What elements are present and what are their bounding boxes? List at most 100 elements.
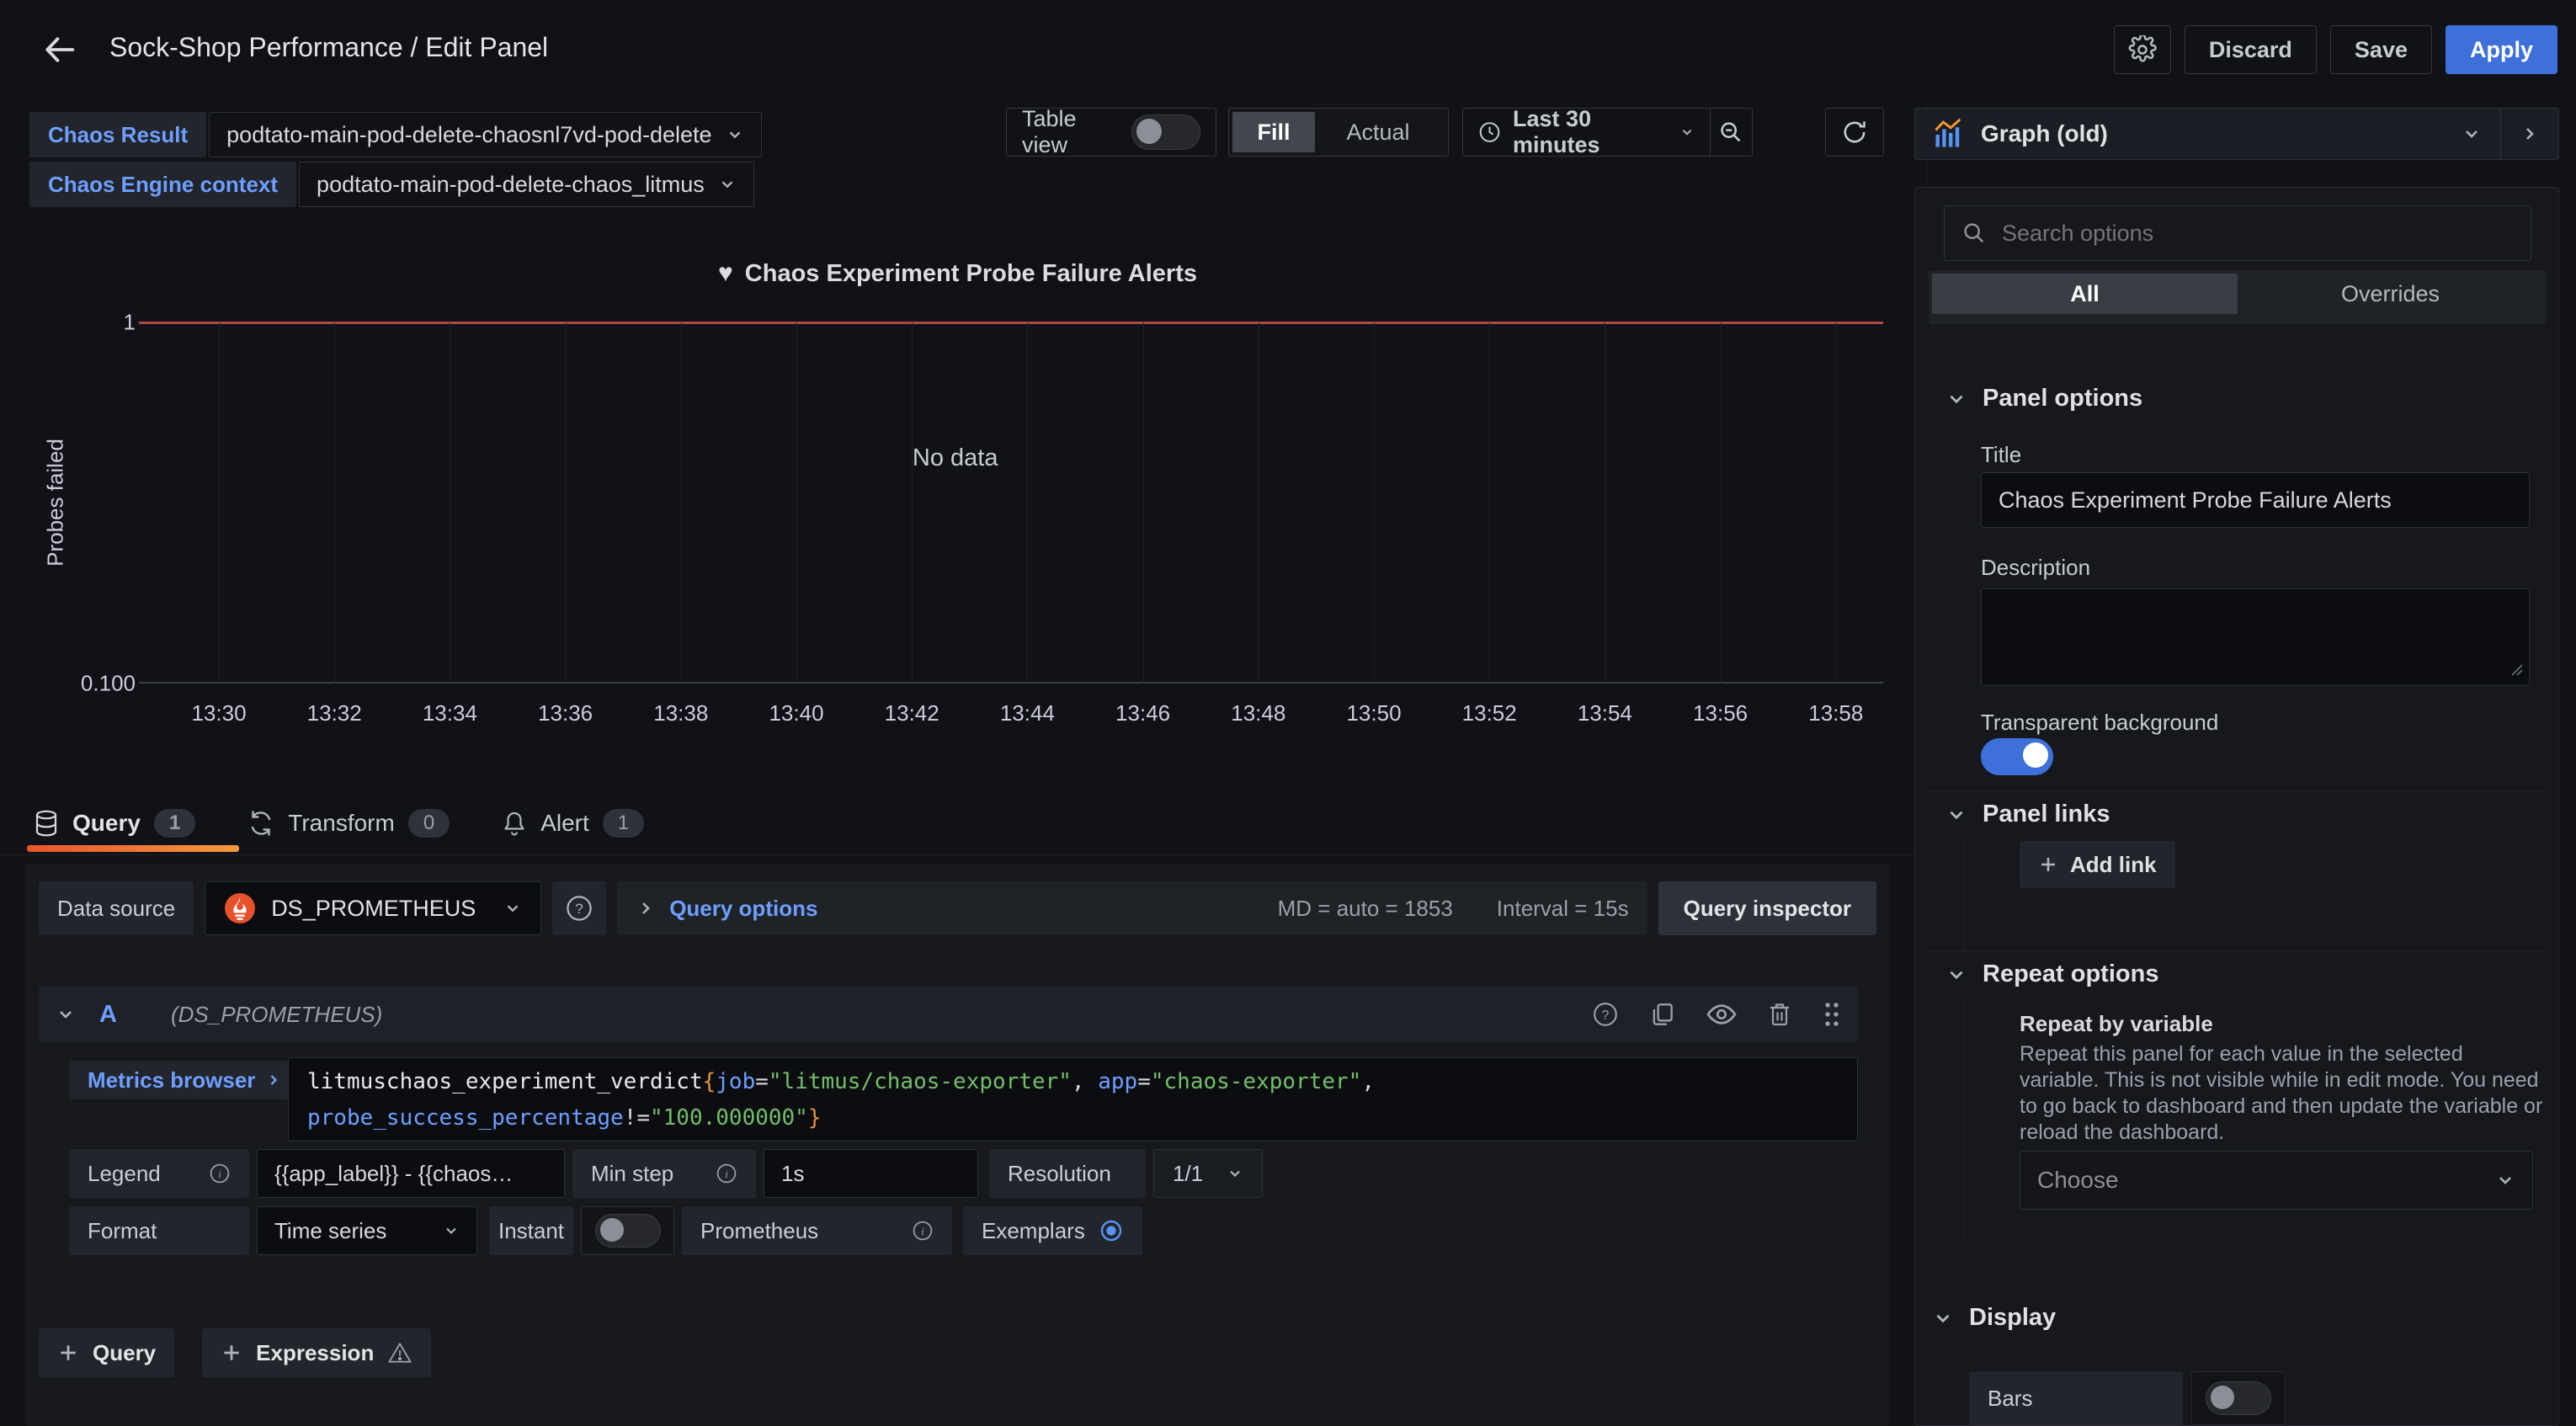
variable-dropdown-chaos-result[interactable]: podtato-main-pod-delete-chaosnl7vd-pod-d… (209, 112, 761, 157)
interval-info: Interval = 15s (1497, 896, 1629, 922)
question-circle-icon: ? (565, 894, 593, 923)
x-tick-label: 13:50 (1346, 700, 1401, 726)
repeat-variable-select[interactable]: Choose (2020, 1151, 2533, 1210)
chevron-down-icon (1945, 964, 1967, 986)
chevron-down-icon (2462, 124, 2482, 144)
tab-all[interactable]: All (1932, 274, 2238, 314)
duplicate-query-icon[interactable] (1649, 1001, 1676, 1028)
datasource-help-button[interactable]: ? (552, 881, 606, 935)
panel-description-textarea[interactable] (1981, 588, 2530, 686)
zoom-out-button[interactable] (1711, 120, 1752, 145)
tab-transform[interactable]: Transform 0 (247, 809, 450, 838)
query-expression[interactable]: litmuschaos_experiment_verdict{job="litm… (288, 1057, 1858, 1141)
expr-token: = (1137, 1069, 1151, 1094)
apply-button[interactable]: Apply (2446, 25, 2557, 74)
visualization-picker[interactable]: Graph (old) (1914, 108, 2559, 160)
toggle-visibility-icon[interactable] (1706, 1001, 1737, 1028)
x-tick-label: 13:54 (1578, 700, 1632, 726)
panel-options-header[interactable]: Panel options (1945, 385, 2142, 412)
datasource-picker[interactable]: DS_PROMETHEUS (205, 881, 541, 935)
x-tick-label: 13:58 (1808, 700, 1863, 726)
clock-icon (1478, 120, 1501, 145)
search-icon (1961, 221, 1987, 246)
y-tick-top: 1 (124, 310, 136, 336)
description-field-label: Description (1981, 555, 2090, 581)
add-link-button[interactable]: Add link (2020, 841, 2175, 888)
transparent-bg-label: Transparent background (1981, 710, 2218, 736)
resolution-select[interactable]: 1/1 (1153, 1149, 1263, 1198)
chevron-down-icon (1679, 124, 1695, 141)
gridline (1027, 322, 1028, 684)
display-header[interactable]: Display (1932, 1304, 2056, 1332)
drag-handle-icon[interactable] (1823, 1001, 1841, 1028)
save-button[interactable]: Save (2330, 25, 2432, 74)
tab-alert[interactable]: Alert 1 (502, 809, 644, 838)
collapse-chevron-icon[interactable] (56, 1004, 76, 1024)
panel-links-header[interactable]: Panel links (1945, 801, 2110, 828)
query-inspector-button[interactable]: Query inspector (1658, 881, 1876, 935)
time-range-picker[interactable]: Last 30 minutes (1462, 108, 1753, 157)
gridline (566, 322, 567, 684)
metrics-browser-button[interactable]: Metrics browser (69, 1061, 301, 1099)
add-query-button[interactable]: Query (39, 1328, 174, 1377)
actual-segment[interactable]: Actual (1315, 112, 1441, 152)
discard-button[interactable]: Discard (2185, 25, 2317, 74)
panel-settings-button[interactable] (2114, 25, 2171, 74)
refresh-button[interactable] (1825, 108, 1884, 157)
query-options-bar[interactable]: Query options MD = auto = 1853 Interval … (617, 881, 1647, 935)
search-options-input[interactable] (2000, 220, 2514, 247)
alert-count-badge: 1 (603, 809, 644, 838)
instant-toggle[interactable] (595, 1214, 661, 1248)
expr-token: job (716, 1069, 755, 1094)
exemplars-field[interactable]: Exemplars (963, 1206, 1142, 1255)
fill-segment[interactable]: Fill (1232, 112, 1315, 152)
panel-title-input[interactable] (1981, 472, 2530, 528)
legend-field-label: Legend i (69, 1149, 249, 1198)
min-step-input[interactable] (764, 1149, 978, 1198)
query-row-header[interactable]: A (DS_PROMETHEUS) ? (39, 987, 1858, 1042)
chevron-down-icon (1932, 1307, 1954, 1329)
plus-icon (2038, 854, 2058, 875)
bars-toggle[interactable] (2206, 1381, 2271, 1415)
tab-overrides[interactable]: Overrides (2238, 274, 2543, 314)
panel-title[interactable]: ♥Chaos Experiment Probe Failure Alerts (25, 259, 1890, 288)
x-tick-label: 13:46 (1115, 700, 1170, 726)
y-axis-label: Probes failed (43, 439, 69, 567)
x-tick-label: 13:42 (885, 700, 939, 726)
gridline (1721, 322, 1722, 684)
refresh-icon (1841, 119, 1868, 146)
repeat-options-header[interactable]: Repeat options (1945, 960, 2158, 988)
query-help-icon[interactable]: ? (1592, 1001, 1619, 1028)
delete-query-icon[interactable] (1767, 1001, 1792, 1028)
database-icon (34, 810, 59, 837)
table-view-toggle[interactable] (1131, 114, 1200, 150)
plot-area[interactable]: No data 13:3013:3213:3413:3613:3813:4013… (139, 322, 1883, 684)
bars-toggle-box[interactable] (2191, 1371, 2286, 1425)
format-select[interactable]: Time series (257, 1206, 477, 1255)
instant-toggle-box[interactable] (581, 1206, 674, 1255)
search-options-box[interactable] (1944, 205, 2531, 261)
info-circle-icon: i (912, 1220, 934, 1242)
query-options-label: Query options (669, 896, 817, 922)
transform-count-badge: 0 (408, 809, 450, 838)
info-circle-icon: i (209, 1163, 231, 1184)
plus-icon (221, 1342, 242, 1364)
resize-handle-icon[interactable] (2509, 662, 2523, 676)
gridline (334, 322, 335, 684)
toggle-viz-pane-button[interactable] (2501, 124, 2558, 144)
bars-field-label: Bars (1969, 1371, 2183, 1425)
variable-dropdown-chaos-engine-context[interactable]: podtato-main-pod-delete-chaos_litmus (299, 162, 754, 207)
tab-query[interactable]: Query 1 (34, 809, 195, 838)
transparent-bg-toggle[interactable] (1981, 738, 2053, 775)
time-range-label: Last 30 minutes (1513, 106, 1668, 158)
x-tick-label: 13:56 (1693, 700, 1748, 726)
back-button[interactable] (40, 30, 79, 69)
svg-text:?: ? (1602, 1008, 1610, 1023)
legend-format-input[interactable] (257, 1149, 565, 1198)
expr-token: probe_success_percentage (307, 1105, 624, 1131)
add-expression-button[interactable]: Expression (202, 1328, 431, 1377)
gridline (912, 322, 913, 684)
table-view-toggle-group[interactable]: Table view (1006, 108, 1216, 157)
repeat-by-variable-label: Repeat by variable (2020, 1011, 2213, 1037)
x-tick-label: 13:30 (191, 700, 246, 726)
